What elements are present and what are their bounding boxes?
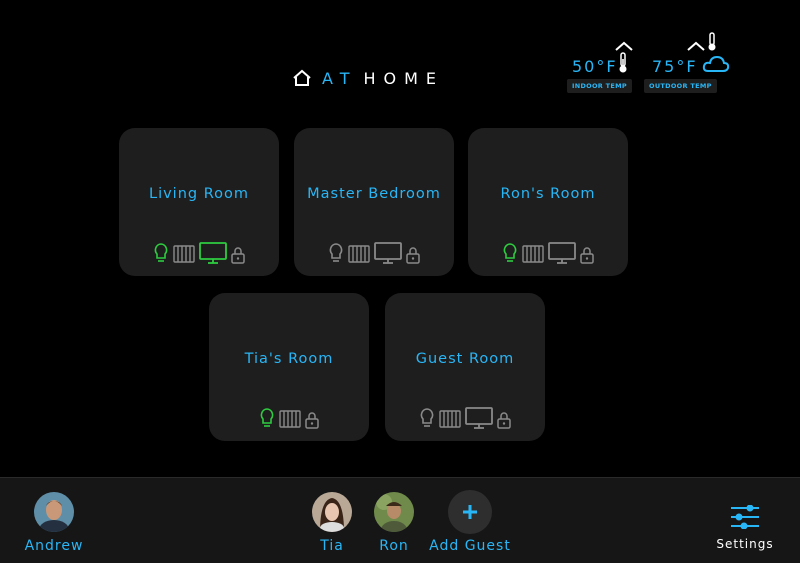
room-name: Living Room [148,186,249,202]
lock-icon[interactable] [497,411,511,429]
radiator-icon[interactable] [522,244,544,264]
outdoor-temp-value: 75°F [652,57,698,76]
room-card-guest-room[interactable]: Guest Room [385,293,545,441]
thermometer-icon [708,32,716,51]
page-title: AT HOME [292,66,444,90]
title-home: HOME [363,68,445,88]
tv-icon[interactable] [199,242,227,264]
add-guest-button[interactable]: Add Guest [420,490,520,554]
room-card-tias-room[interactable]: Tia's Room [209,293,369,441]
radiator-icon[interactable] [279,409,301,429]
title-at: AT [322,68,358,88]
settings-label: Settings [716,537,774,551]
avatar[interactable] [34,492,74,532]
home-icon [293,69,311,86]
thermometer-icon [619,52,627,73]
person-name: Andrew [24,538,84,554]
light-bulb-icon[interactable] [259,407,275,429]
room-name: Ron's Room [500,186,596,202]
room-name: Guest Room [415,351,515,367]
person-ron[interactable]: Ron [364,492,424,554]
light-bulb-icon[interactable] [419,407,435,429]
settings-button[interactable]: Settings [712,504,778,551]
tv-icon[interactable] [548,242,576,264]
avatar[interactable] [312,492,352,532]
tv-icon[interactable] [465,407,493,429]
light-bulb-icon[interactable] [502,242,518,264]
tv-icon[interactable] [374,242,402,264]
person-andrew[interactable]: Andrew [14,492,94,554]
indoor-temp-value: 50°F [572,57,618,76]
room-card-living-room[interactable]: Living Room [119,128,279,276]
radiator-icon[interactable] [173,244,195,264]
lock-icon[interactable] [305,411,319,429]
light-bulb-icon[interactable] [153,242,169,264]
room-card-rons-room[interactable]: Ron's Room [468,128,628,276]
light-bulb-icon[interactable] [328,242,344,264]
add-button[interactable] [448,490,492,534]
lock-icon[interactable] [406,246,420,264]
indoor-temp-label: INDOOR TEMP [567,79,632,93]
chevron-up-icon[interactable] [686,40,706,52]
plus-icon [463,505,477,519]
outdoor-temp-label: OUTDOOR TEMP [644,79,717,93]
add-guest-label: Add Guest [429,538,511,554]
room-card-master-bedroom[interactable]: Master Bedroom [294,128,454,276]
room-name: Tia's Room [244,351,334,367]
room-name: Master Bedroom [307,186,441,202]
person-name: Tia [320,538,344,554]
radiator-icon[interactable] [348,244,370,264]
person-name: Ron [379,538,409,554]
lock-icon[interactable] [580,246,594,264]
lock-icon[interactable] [231,246,245,264]
cloud-icon [702,55,730,72]
person-tia[interactable]: Tia [302,492,362,554]
chevron-up-icon[interactable] [614,40,634,52]
avatar[interactable] [374,492,414,532]
radiator-icon[interactable] [439,409,461,429]
sliders-icon [731,504,759,530]
